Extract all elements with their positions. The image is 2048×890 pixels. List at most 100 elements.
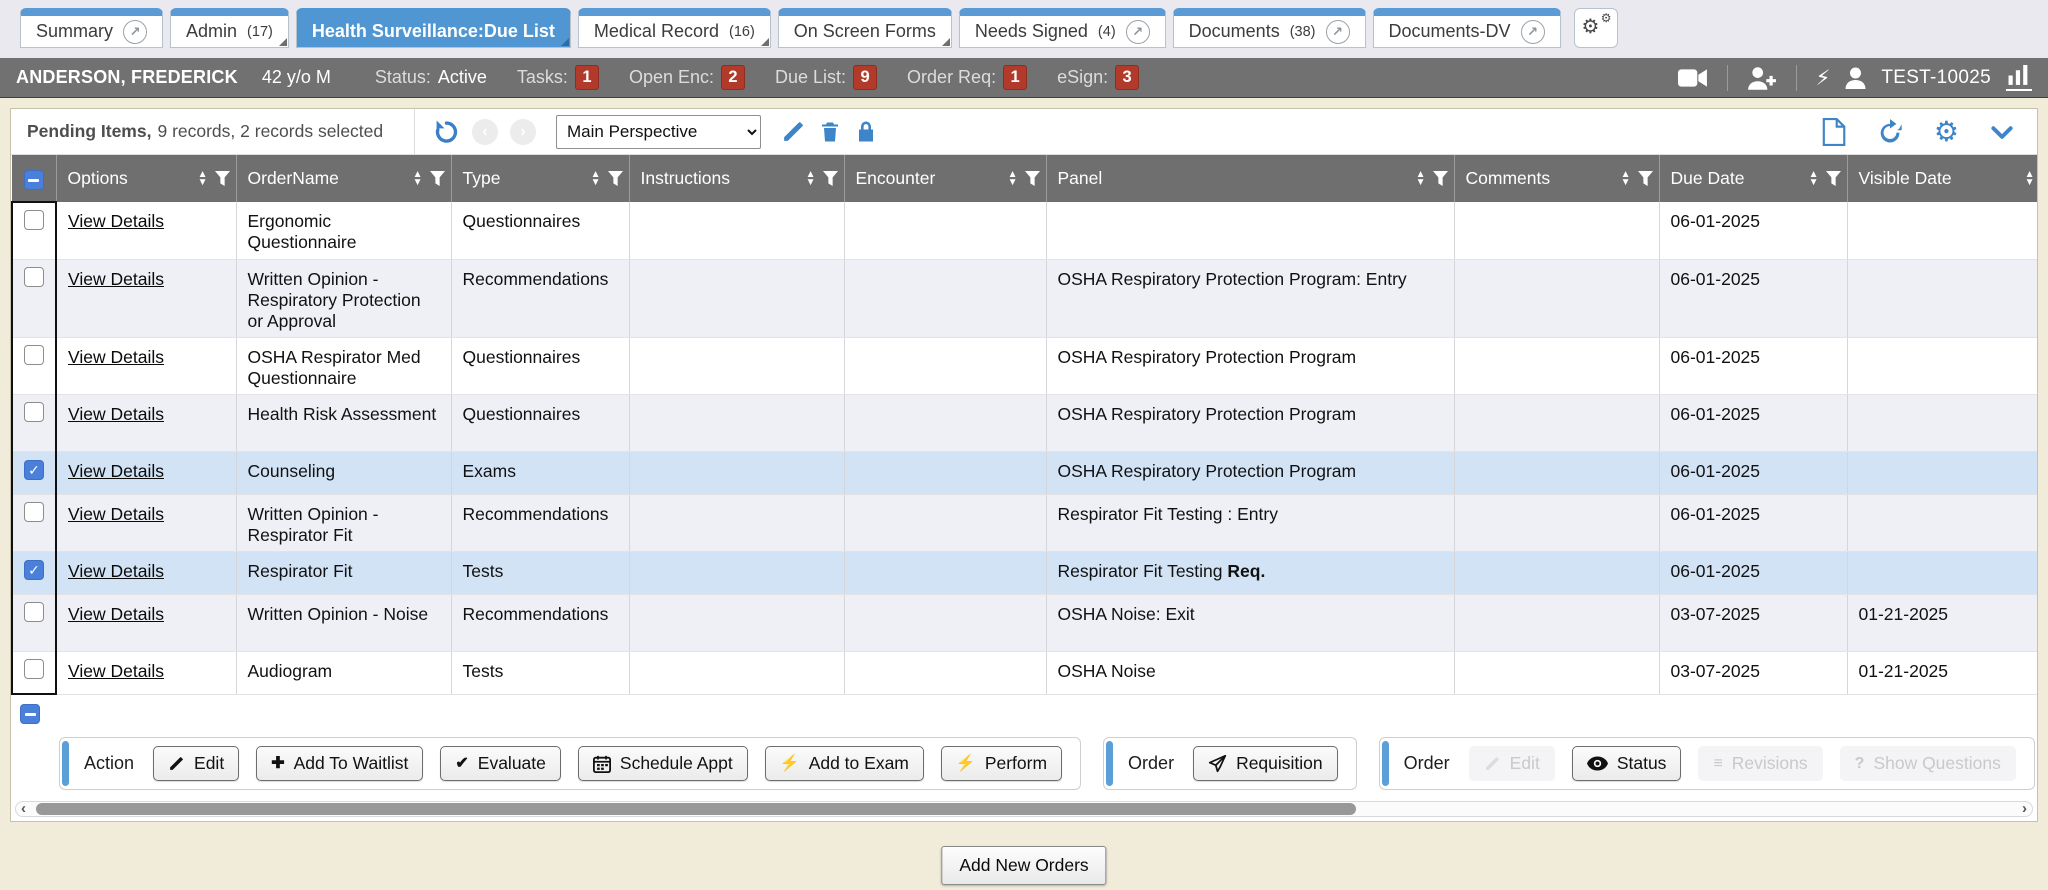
- sort-icon[interactable]: ▲▼: [2025, 171, 2035, 187]
- tab-documents-dv[interactable]: Documents-DV ↗: [1373, 8, 1561, 48]
- prev-page-icon[interactable]: ‹: [472, 119, 498, 145]
- row-select-cell: [12, 594, 56, 651]
- undo-icon[interactable]: [433, 118, 460, 145]
- visible-date-cell: [1847, 337, 2038, 394]
- row-checkbox[interactable]: [24, 267, 44, 287]
- new-record-icon[interactable]: [1821, 118, 1846, 146]
- bar-chart-icon[interactable]: [2006, 65, 2032, 91]
- row-checkbox-checked[interactable]: [24, 560, 44, 580]
- scroll-left-arrow[interactable]: ‹: [21, 800, 26, 817]
- action-button-row: Action Edit ✚ Add To Waitlist ✔ Evaluate…: [59, 737, 2038, 790]
- tab-admin[interactable]: Admin (17): [170, 8, 289, 48]
- add-person-icon[interactable]: [1747, 66, 1777, 90]
- filter-icon[interactable]: [823, 171, 838, 186]
- filter-icon[interactable]: [608, 171, 623, 186]
- sort-icon[interactable]: ▲▼: [198, 171, 208, 187]
- add-to-waitlist-button[interactable]: ✚ Add To Waitlist: [256, 746, 423, 781]
- sort-icon[interactable]: ▲▼: [1621, 171, 1631, 187]
- filter-icon[interactable]: [1025, 171, 1040, 186]
- tab-medical-record[interactable]: Medical Record (16): [578, 8, 771, 48]
- row-checkbox[interactable]: [24, 502, 44, 522]
- scroll-right-arrow[interactable]: ›: [2022, 800, 2027, 817]
- col-header-ordername[interactable]: OrderName ▲▼: [236, 155, 451, 202]
- filter-icon[interactable]: [1638, 171, 1653, 186]
- view-details-link[interactable]: View Details: [68, 561, 164, 581]
- due-date-cell: 06-01-2025: [1659, 394, 1847, 451]
- lock-icon[interactable]: [854, 119, 878, 144]
- col-header-encounter[interactable]: Encounter ▲▼: [844, 155, 1046, 202]
- select-all-checkbox[interactable]: [24, 170, 44, 190]
- add-new-orders-button[interactable]: Add New Orders: [941, 846, 1106, 885]
- sort-icon[interactable]: ▲▼: [591, 171, 601, 187]
- view-details-link[interactable]: View Details: [68, 461, 164, 481]
- schedule-appt-button[interactable]: Schedule Appt: [578, 746, 748, 781]
- view-details-link[interactable]: View Details: [68, 661, 164, 681]
- view-details-link[interactable]: View Details: [68, 211, 164, 231]
- tab-summary[interactable]: Summary ↗: [20, 8, 163, 48]
- view-details-link[interactable]: View Details: [68, 504, 164, 524]
- user-id[interactable]: TEST-10025: [1881, 67, 1991, 89]
- requisition-button[interactable]: Requisition: [1193, 746, 1338, 781]
- col-header-instructions[interactable]: Instructions ▲▼: [629, 155, 844, 202]
- sort-icon[interactable]: ▲▼: [413, 171, 423, 187]
- collapse-chevron-icon[interactable]: [1989, 119, 2015, 145]
- select-all-footer-checkbox[interactable]: [20, 704, 40, 724]
- lightning-icon[interactable]: ⚡: [1816, 66, 1831, 91]
- row-checkbox[interactable]: [24, 659, 44, 679]
- perspective-select[interactable]: Main Perspective: [556, 115, 761, 149]
- row-checkbox-checked[interactable]: [24, 460, 44, 480]
- video-camera-icon[interactable]: [1678, 68, 1708, 88]
- view-details-link[interactable]: View Details: [68, 347, 164, 367]
- user-icon[interactable]: [1845, 67, 1866, 89]
- encounter-cell: [844, 494, 1046, 551]
- sort-icon[interactable]: ▲▼: [1416, 171, 1426, 187]
- edit-perspective-icon[interactable]: [781, 119, 806, 144]
- external-link-icon[interactable]: ↗: [1521, 20, 1545, 44]
- tab-documents[interactable]: Documents (38) ↗: [1173, 8, 1366, 48]
- refresh-icon[interactable]: [1876, 118, 1904, 146]
- view-details-link[interactable]: View Details: [68, 404, 164, 424]
- col-header-comments[interactable]: Comments ▲▼: [1454, 155, 1659, 202]
- row-checkbox[interactable]: [24, 210, 44, 230]
- tab-settings-button[interactable]: ⚙ ⚙: [1574, 8, 1618, 48]
- col-header-panel[interactable]: Panel ▲▼: [1046, 155, 1454, 202]
- delete-perspective-icon[interactable]: [818, 119, 842, 144]
- tab-bar: Summary ↗ Admin (17) Health Surveillance…: [20, 8, 1618, 48]
- row-checkbox[interactable]: [24, 402, 44, 422]
- horizontal-scrollbar[interactable]: ‹ ›: [15, 801, 2033, 817]
- external-link-icon[interactable]: ↗: [1126, 20, 1150, 44]
- view-details-link[interactable]: View Details: [68, 269, 164, 289]
- perform-button[interactable]: ⚡ Perform: [941, 746, 1062, 781]
- row-checkbox[interactable]: [24, 345, 44, 365]
- col-header-due-date[interactable]: Due Date ▲▼: [1659, 155, 1847, 202]
- external-link-icon[interactable]: ↗: [123, 20, 147, 44]
- scrollbar-thumb[interactable]: [36, 803, 1356, 815]
- comments-cell: [1454, 451, 1659, 494]
- filter-icon[interactable]: [215, 171, 230, 186]
- comments-cell: [1454, 337, 1659, 394]
- external-link-icon[interactable]: ↗: [1326, 20, 1350, 44]
- edit-button[interactable]: Edit: [153, 746, 239, 781]
- tab-on-screen-forms[interactable]: On Screen Forms: [778, 8, 952, 48]
- tab-health-surveillance-due-list[interactable]: Health Surveillance:Due List: [296, 8, 571, 48]
- col-header-options[interactable]: Options ▲▼: [56, 155, 236, 202]
- filter-icon[interactable]: [1826, 171, 1841, 186]
- sort-icon[interactable]: ▲▼: [806, 171, 816, 187]
- filter-icon[interactable]: [430, 171, 445, 186]
- tab-needs-signed[interactable]: Needs Signed (4) ↗: [959, 8, 1166, 48]
- filter-icon[interactable]: [1433, 171, 1448, 186]
- sort-icon[interactable]: ▲▼: [1008, 171, 1018, 187]
- col-header-type[interactable]: Type ▲▼: [451, 155, 629, 202]
- grid-settings-icon[interactable]: ⚙: [1934, 118, 1959, 146]
- add-to-exam-button[interactable]: ⚡ Add to Exam: [765, 746, 924, 781]
- sort-icon[interactable]: ▲▼: [1809, 171, 1819, 187]
- next-page-icon[interactable]: ›: [510, 119, 536, 145]
- type-cell: Questionnaires: [451, 394, 629, 451]
- tab-label: Medical Record: [594, 21, 719, 42]
- col-header-visible-date[interactable]: Visible Date ▲▼: [1847, 155, 2038, 202]
- view-details-link[interactable]: View Details: [68, 604, 164, 624]
- row-checkbox[interactable]: [24, 602, 44, 622]
- status-button[interactable]: Status: [1572, 746, 1682, 781]
- order-group-1: Order Requisition: [1103, 737, 1357, 790]
- evaluate-button[interactable]: ✔ Evaluate: [440, 746, 561, 781]
